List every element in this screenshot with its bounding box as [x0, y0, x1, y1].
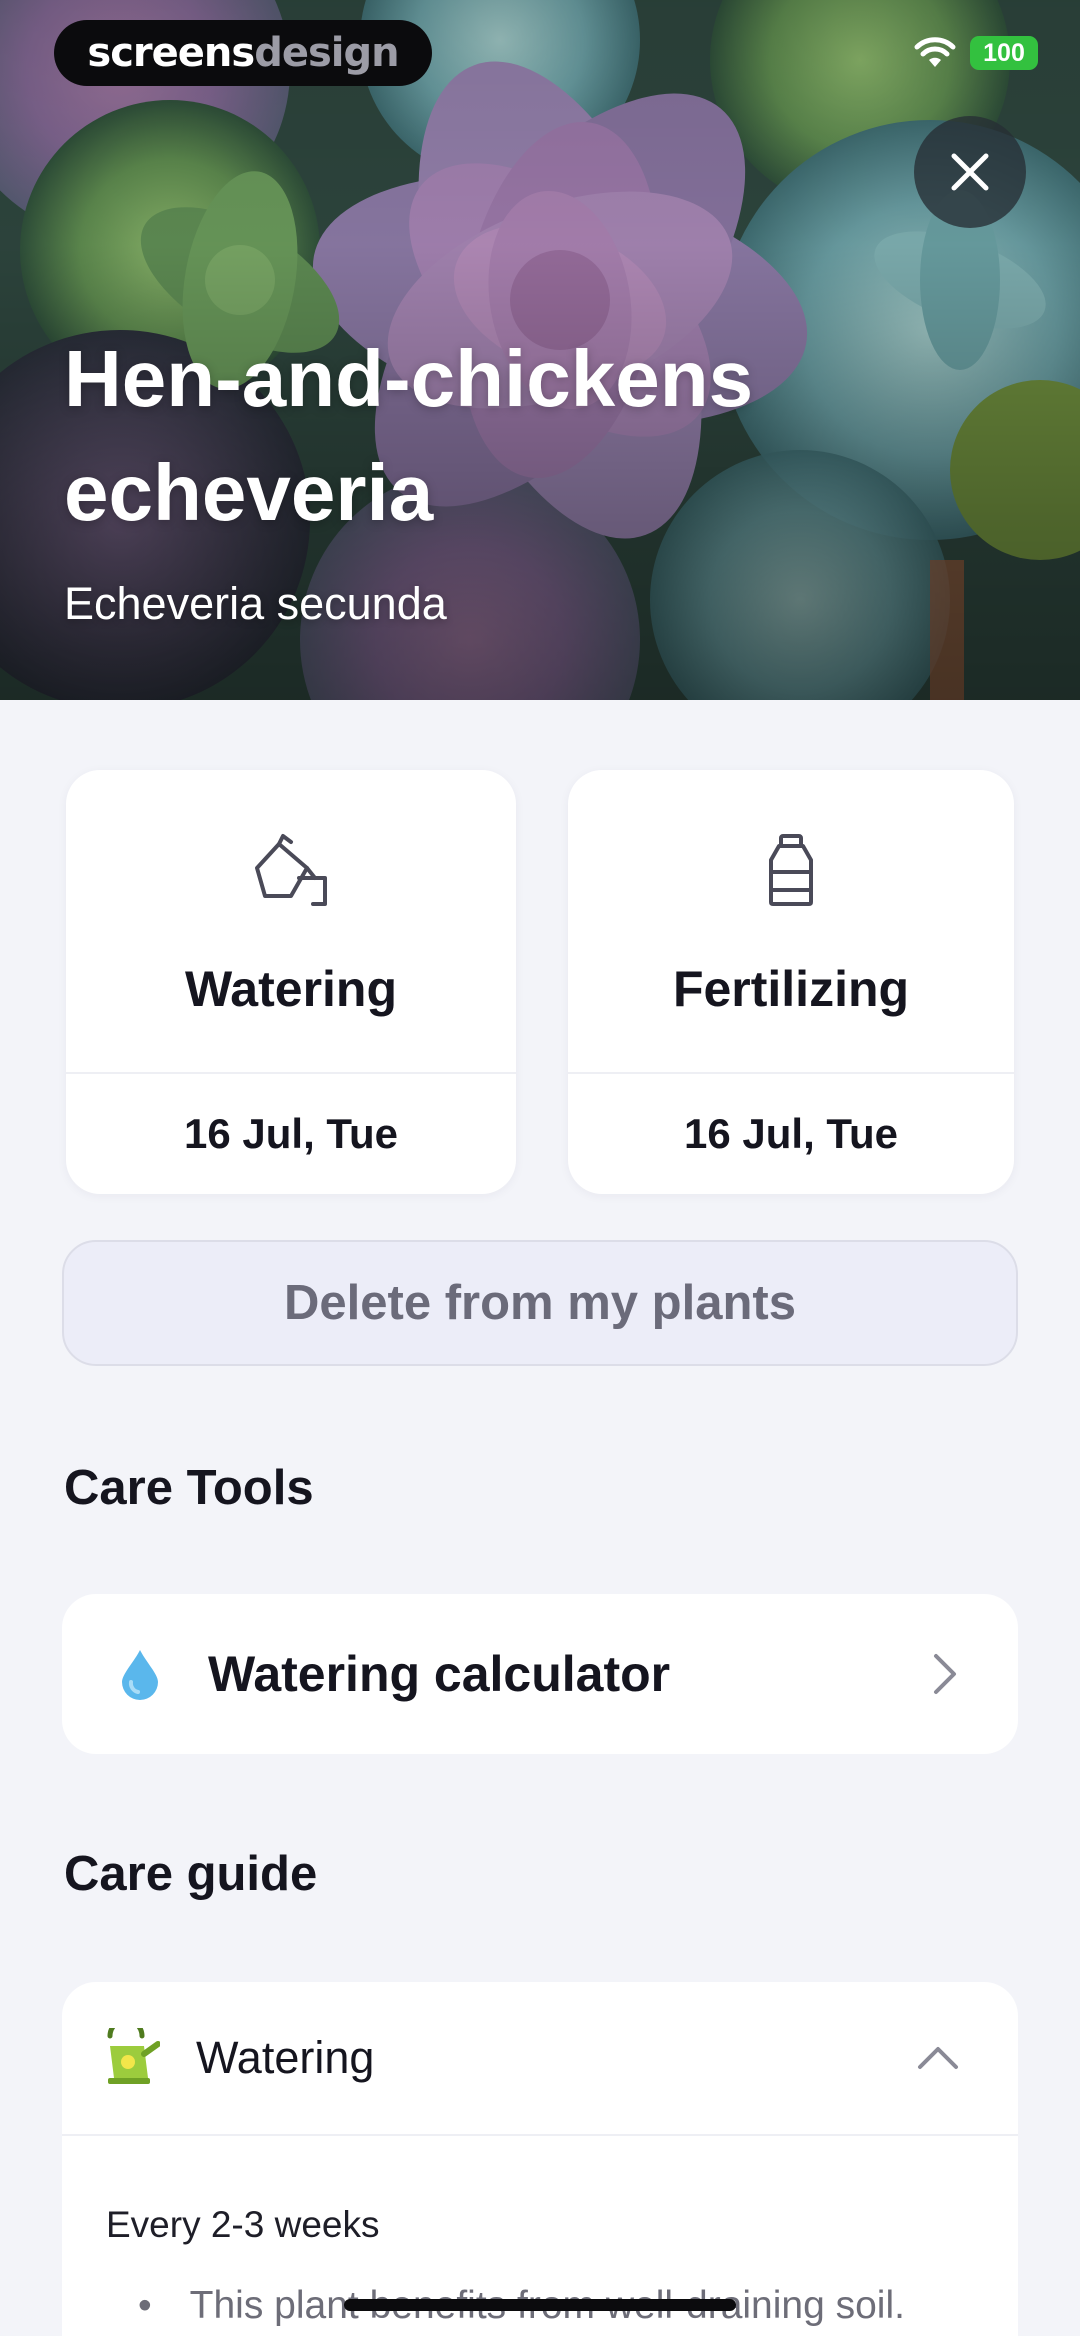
water-drop-icon [122, 1650, 158, 1700]
close-button[interactable] [914, 116, 1026, 228]
watering-can-icon [255, 834, 327, 906]
care-guide-watering-header[interactable]: Watering [62, 1982, 1018, 2136]
fertilizing-card-title: Fertilizing [672, 961, 910, 1017]
watering-schedule-card[interactable]: Watering 16 Jul, Tue [66, 770, 516, 1194]
plant-hero-image: screens design 100 Hen-and-chickens echev… [0, 0, 1080, 700]
watering-frequency: Every 2-3 weeks [106, 2204, 380, 2245]
close-icon [951, 153, 989, 191]
chevron-up-icon[interactable] [916, 2045, 960, 2071]
watering-can-icon [107, 2028, 160, 2084]
chevron-right-icon [934, 1654, 956, 1694]
fertilizing-date: 16 Jul, Tue [684, 1110, 898, 1157]
home-indicator[interactable] [344, 2299, 736, 2311]
watering-date: 16 Jul, Tue [184, 1110, 398, 1157]
fertilizing-schedule-card[interactable]: Fertilizing 16 Jul, Tue [568, 770, 1014, 1194]
watering-calculator-label: Watering calculator [208, 1646, 671, 1702]
wifi-icon [914, 37, 956, 67]
watermark-text-2: design [254, 30, 399, 76]
care-guide-watering-section: Watering Every 2-3 weeks • This plant be… [62, 1982, 1018, 2336]
battery-indicator: 100 [970, 36, 1038, 70]
delete-plant-button[interactable]: Delete from my plants [62, 1240, 1018, 1366]
watermark-text-1: screens [87, 30, 255, 76]
plant-latin-name: Echeveria secunda [64, 578, 447, 629]
plant-title: Hen-and-chickens echeveria [64, 334, 754, 537]
bullet-dot: • [138, 2284, 152, 2327]
care-guide-heading: Care guide [64, 1847, 318, 1901]
watering-card-title: Watering [184, 961, 398, 1017]
care-guide-watering-label: Watering [196, 2032, 375, 2083]
care-tools-heading: Care Tools [64, 1461, 314, 1515]
status-bar: 100 [914, 36, 1038, 70]
watering-calculator-row[interactable]: Watering calculator [62, 1594, 1018, 1754]
fertilizer-bottle-icon [769, 834, 813, 906]
watermark-logo: screens design [54, 20, 432, 86]
